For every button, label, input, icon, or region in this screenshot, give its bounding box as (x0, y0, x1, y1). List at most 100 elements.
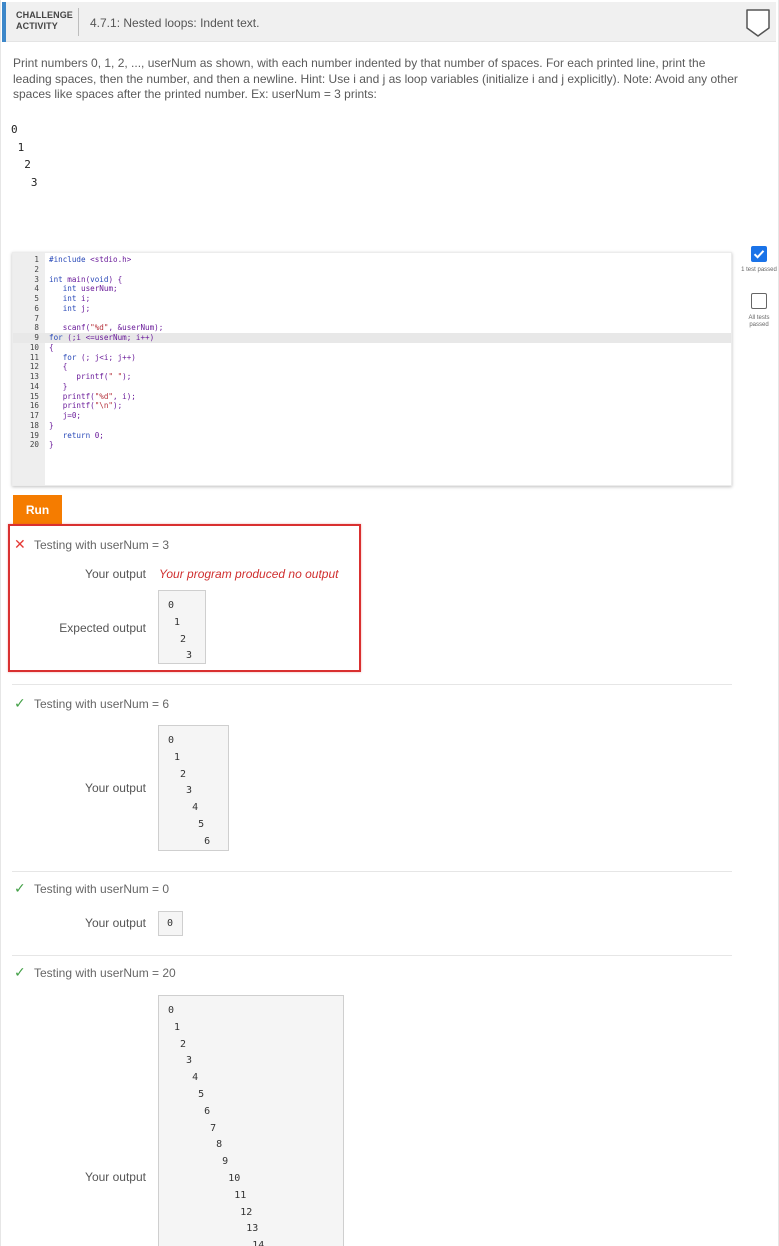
line-number: 14 (29, 381, 39, 391)
code-text[interactable]: } (49, 382, 68, 392)
test-1-expected-box: 0 1 2 3 (158, 590, 206, 664)
line-number: 10 (29, 342, 39, 352)
code-line[interactable]: 13 printf(" "); (13, 372, 731, 382)
code-text[interactable]: int userNum; (49, 284, 118, 294)
code-text[interactable]: #include <stdio.h> (49, 255, 131, 265)
completion-badge-icon (746, 9, 770, 37)
activity-type-tag: CHALLENGE ACTIVITY (16, 10, 73, 32)
code-line[interactable]: 20} (13, 440, 731, 450)
test-2-title: ✓ Testing with userNum = 6 (14, 695, 169, 712)
pass-check-icon: ✓ (14, 880, 26, 896)
line-number: 16 (29, 401, 39, 411)
code-text[interactable]: int j; (49, 304, 90, 314)
code-text[interactable]: for (; j<i; j++) (49, 353, 136, 363)
test-4-your-output-label: Your output (85, 1170, 146, 1184)
test-2-title-text: Testing with userNum = 6 (34, 697, 170, 711)
example-output: 0 1 2 3 (11, 123, 38, 190)
code-text[interactable]: for (;i <=userNum; i++) (49, 333, 154, 343)
divider (12, 871, 732, 872)
header-separator (78, 8, 79, 36)
line-number: 7 (34, 313, 39, 323)
line-number: 8 (34, 323, 39, 333)
code-text[interactable]: } (49, 440, 54, 450)
code-line[interactable]: 8 scanf("%d", &userNum); (13, 323, 731, 333)
line-number: 19 (29, 430, 39, 440)
code-line[interactable]: 18} (13, 421, 731, 431)
test-3-your-output-label: Your output (85, 916, 146, 930)
run-button[interactable]: Run (13, 495, 62, 524)
activity-title: 4.7.1: Nested loops: Indent text. (90, 16, 260, 30)
line-number: 4 (34, 284, 39, 294)
test-4-title-text: Testing with userNum = 20 (34, 966, 176, 980)
activity-header: CHALLENGE ACTIVITY 4.7.1: Nested loops: … (2, 2, 776, 42)
code-text[interactable]: j=0; (49, 411, 81, 421)
line-number: 3 (34, 274, 39, 284)
code-editor[interactable]: 1 #include <stdio.h> 2 3 int main(void) {4 i… (12, 252, 732, 486)
test-4-output-text: 0 1 2 3 4 5 6 7 8 9 10 11 12 13 14 (168, 1005, 265, 1246)
code-text[interactable]: int main(void) { (49, 275, 122, 285)
tag-line-2: ACTIVITY (16, 21, 58, 31)
line-number: 5 (34, 294, 39, 303)
test-1-your-output-label: Your output (85, 567, 146, 581)
test-1-check-label: 1 test passed (741, 267, 777, 273)
line-number: 9 (34, 333, 39, 342)
line-number: 2 (34, 264, 39, 274)
code-text[interactable]: int i; (49, 294, 90, 304)
header-accent-bar (2, 2, 6, 42)
line-number: 1 (34, 255, 39, 264)
code-line[interactable]: 4 int userNum; (13, 284, 731, 294)
line-number: 13 (29, 372, 39, 381)
code-text[interactable]: printf("\n"); (49, 401, 122, 411)
pass-check-icon: ✓ (14, 964, 26, 980)
code-line[interactable]: 5 int i; (13, 294, 731, 304)
fail-x-icon: ✕ (14, 536, 26, 552)
test-2-output-box: 0 1 2 3 4 5 6 (158, 725, 229, 851)
test-3-output-text: 0 (167, 918, 174, 929)
code-line[interactable]: 15 printf("%d", i); (13, 392, 731, 402)
line-number: 20 (29, 440, 39, 450)
code-line[interactable]: 7 (13, 314, 731, 324)
code-line[interactable]: 17 j=0; (13, 411, 731, 421)
test-4-title: ✓ Testing with userNum = 20 (14, 964, 176, 981)
test-4-output-box: 0 1 2 3 4 5 6 7 8 9 10 11 12 13 14 (158, 995, 344, 1246)
test-2-output-text: 0 1 2 3 4 5 6 (168, 735, 211, 847)
code-line[interactable]: 12 { (13, 362, 731, 372)
test-1-check-icon (751, 246, 767, 262)
test-1-expected-label: Expected output (59, 621, 146, 635)
code-text[interactable]: return 0; (49, 431, 104, 441)
line-number: 6 (34, 303, 39, 313)
code-text[interactable]: printf("%d", i); (49, 392, 136, 402)
code-text[interactable]: { (49, 343, 54, 353)
code-line[interactable]: 3 int main(void) { (13, 275, 731, 285)
instructions-text: Print numbers 0, 1, 2, ..., userNum as s… (13, 56, 738, 101)
code-text[interactable]: printf(" "); (49, 372, 131, 382)
test-1-title-text: Testing with userNum = 3 (34, 538, 170, 552)
line-number: 12 (29, 362, 39, 372)
code-line[interactable]: 19 return 0; (13, 431, 731, 441)
pass-check-icon: ✓ (14, 695, 26, 711)
code-line[interactable]: 16 printf("\n"); (13, 401, 731, 411)
code-line[interactable]: 10 { (13, 343, 731, 353)
test-3-output-box: 0 (158, 911, 183, 936)
code-line[interactable]: 6 int j; (13, 304, 731, 314)
code-line[interactable]: 1 #include <stdio.h> (13, 255, 731, 265)
divider (12, 684, 732, 685)
test-3-title: ✓ Testing with userNum = 0 (14, 880, 169, 897)
divider (12, 955, 732, 956)
test-2-check-icon (751, 293, 767, 309)
test-1-expected-text: 0 1 2 3 (168, 600, 193, 662)
code-line[interactable]: 9 for (;i <=userNum; i++) (13, 333, 731, 343)
test-2-your-output-label: Your output (85, 781, 146, 795)
code-line[interactable]: 2 (13, 265, 731, 275)
code-text[interactable]: { (49, 362, 68, 372)
code-line[interactable]: 11 for (; j<i; j++) (13, 353, 731, 363)
code-line[interactable]: 14 } (13, 382, 731, 392)
code-text[interactable]: scanf("%d", &userNum); (49, 323, 164, 333)
line-number: 11 (29, 352, 39, 362)
line-number: 18 (29, 420, 39, 430)
line-number: 15 (29, 391, 39, 401)
code-lines[interactable]: 1 #include <stdio.h> 2 3 int main(void) {4 i… (13, 255, 731, 450)
test-1-no-output-message: Your program produced no output (159, 567, 339, 581)
test-1-title: ✕ Testing with userNum = 3 (14, 536, 169, 553)
code-text[interactable]: } (49, 421, 54, 431)
